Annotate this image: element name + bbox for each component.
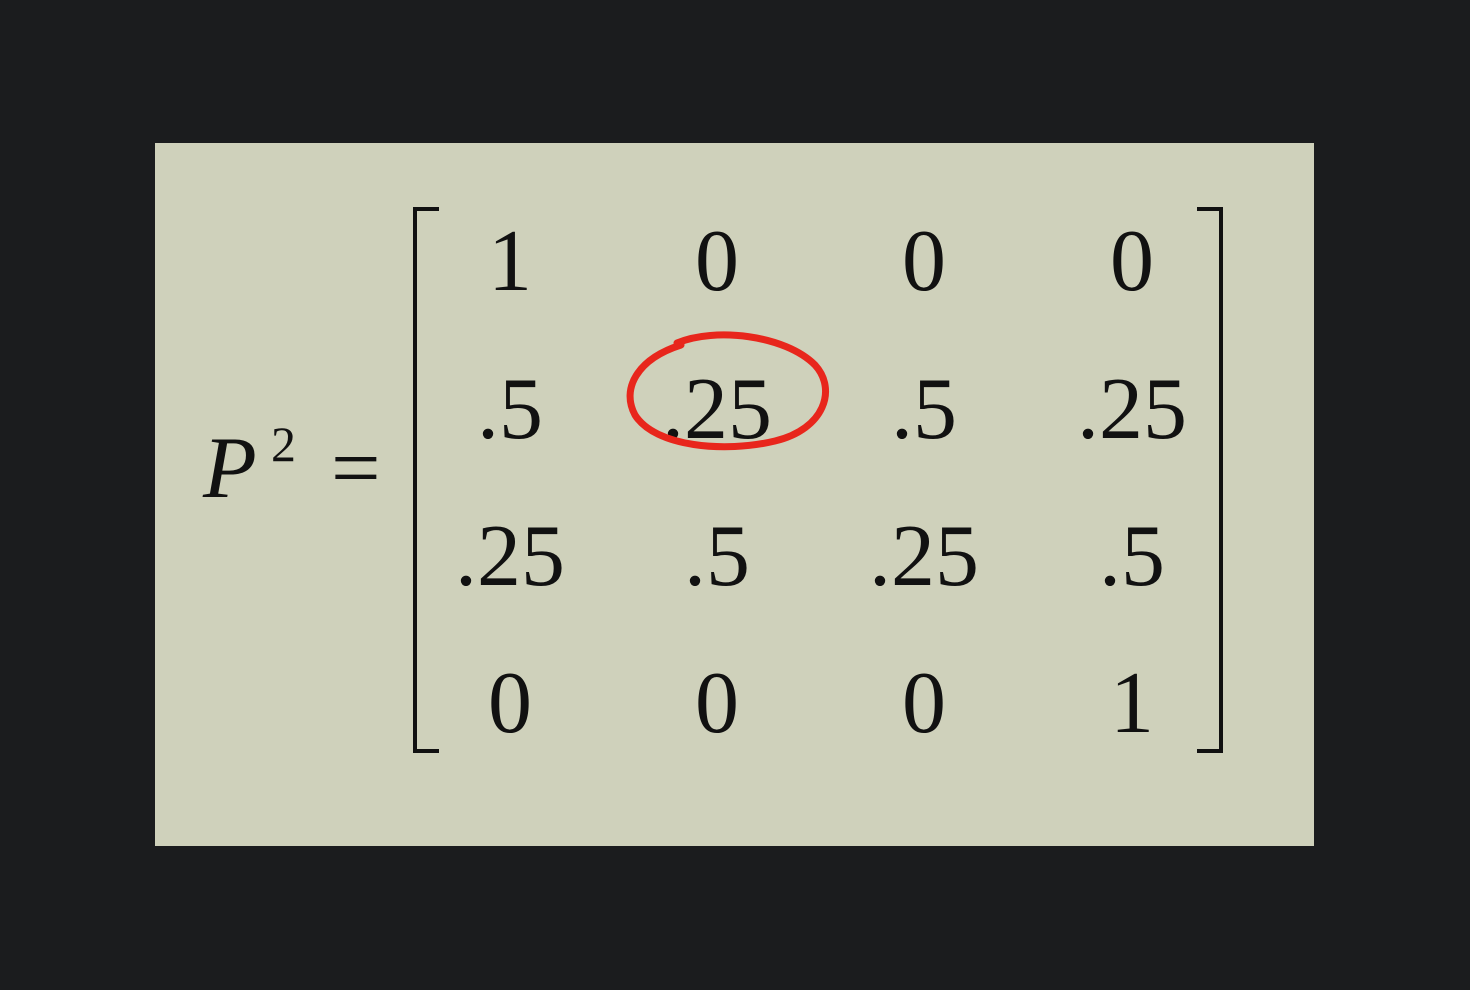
matrix-cell: 0 [1110,213,1154,310]
matrix-row-3: .25 .5 .25 .5 [445,513,1195,613]
matrix-cell: .25 [455,508,565,605]
equals-sign: = [331,420,381,517]
matrix-cell: 0 [902,655,946,752]
matrix-cell-highlighted: .25 [662,361,772,458]
matrix-cell: .5 [684,508,750,605]
matrix-cell: .25 [869,508,979,605]
matrix-row-4: 0 0 0 1 [445,660,1195,760]
matrix-label: P 2 = [203,419,381,517]
matrix-cell: 0 [695,655,739,752]
matrix-cell: .5 [477,361,543,458]
matrix-cell: 1 [1110,655,1154,752]
matrix-variable: P [203,420,257,517]
matrix-exponent: 2 [271,416,296,472]
matrix-cell: .5 [891,361,957,458]
matrix-cell: .25 [1077,361,1187,458]
matrix-cell: 1 [488,213,532,310]
slide-panel: P 2 = 1 0 0 0 .5 .25 .5 .25 .25 .5 .25 .… [155,143,1314,846]
matrix-cell: 0 [695,213,739,310]
matrix-grid: 1 0 0 0 .5 .25 .5 .25 .25 .5 .25 .5 0 0 … [445,218,1195,748]
matrix-cell: 0 [902,213,946,310]
matrix-cell: .5 [1099,508,1165,605]
matrix-cell: 0 [488,655,532,752]
matrix-row-1: 1 0 0 0 [445,218,1195,318]
matrix-row-2: .5 .25 .5 .25 [445,366,1195,466]
